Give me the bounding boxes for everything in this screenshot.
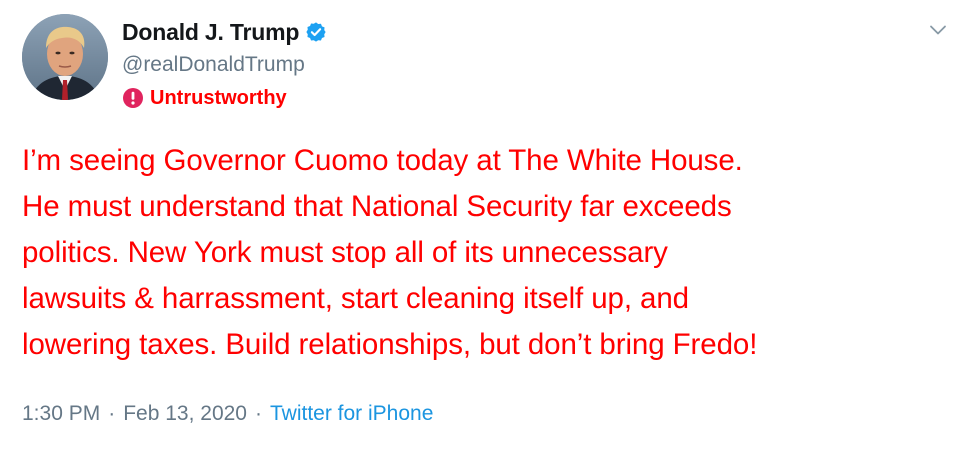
- tweet-meta: 1:30 PM · Feb 13, 2020 · Twitter for iPh…: [22, 402, 433, 426]
- trust-label-row: Untrustworthy: [122, 84, 327, 112]
- tweet-text-line: lawsuits & harrassment, start cleaning i…: [22, 282, 689, 315]
- tweet-text-line: lowering taxes. Build relationships, but…: [22, 328, 758, 361]
- tweet-text-line: politics. New York must stop all of its …: [22, 236, 668, 269]
- display-name[interactable]: Donald J. Trump: [122, 19, 299, 46]
- tweet-date[interactable]: Feb 13, 2020: [123, 402, 247, 426]
- trust-label: Untrustworthy: [150, 86, 287, 109]
- tweet-time[interactable]: 1:30 PM: [22, 402, 100, 426]
- tweet-text: I’m seeing Governor Cuomo today at The W…: [22, 138, 962, 368]
- tweet-text-line: He must understand that National Securit…: [22, 190, 732, 223]
- name-row: Donald J. Trump: [122, 16, 327, 48]
- avatar[interactable]: [22, 14, 108, 100]
- verified-badge-icon: [305, 21, 327, 43]
- avatar-image: [22, 14, 108, 100]
- tweet-menu-button[interactable]: [926, 18, 950, 42]
- alert-circle-icon: [122, 87, 144, 109]
- user-handle[interactable]: @realDonaldTrump: [122, 50, 327, 80]
- tweet-source-link[interactable]: Twitter for iPhone: [270, 402, 433, 426]
- tweet-card: Donald J. Trump @realDonaldTrump Untrust…: [0, 0, 980, 458]
- meta-separator: ·: [108, 402, 116, 425]
- tweet-header: Donald J. Trump @realDonaldTrump Untrust…: [122, 16, 327, 112]
- chevron-down-icon: [930, 25, 946, 35]
- meta-separator: ·: [254, 402, 262, 425]
- tweet-text-line: I’m seeing Governor Cuomo today at The W…: [22, 144, 743, 177]
